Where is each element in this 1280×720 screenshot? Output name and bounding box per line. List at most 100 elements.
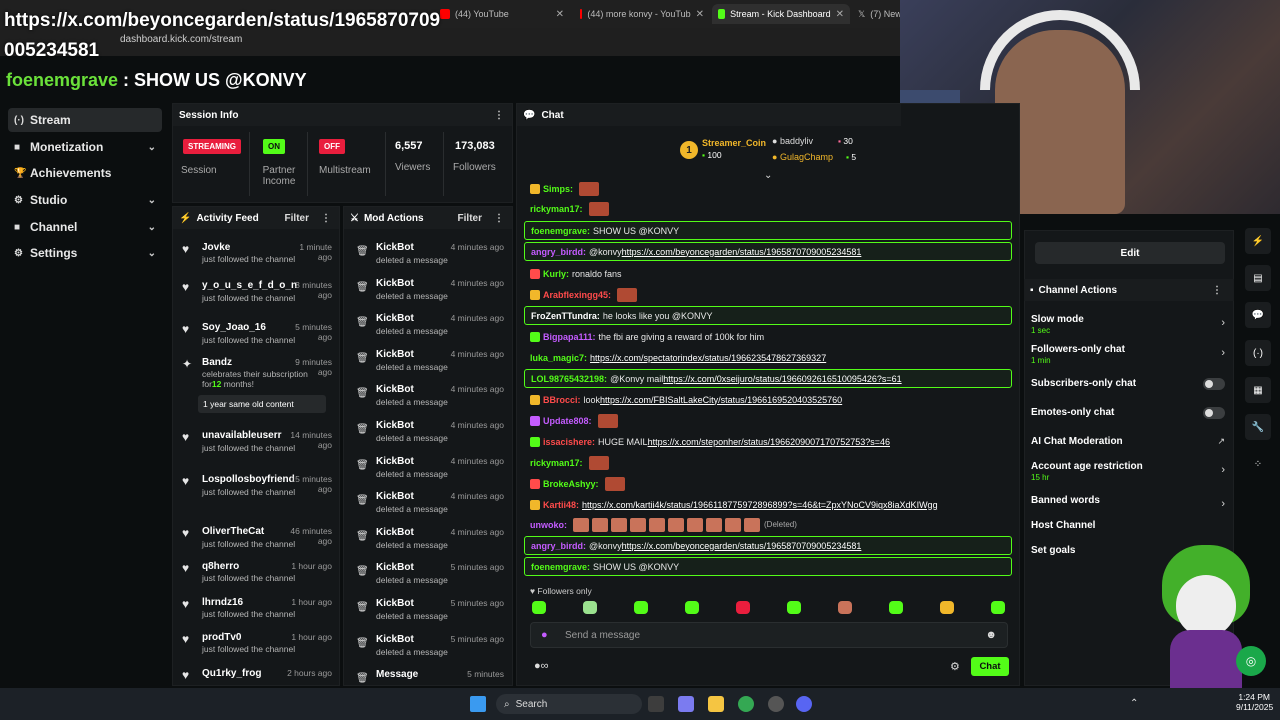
chat-message[interactable]: rickyman17: [524,199,1012,218]
leaderboard-third[interactable]: ● GulagChamp [772,152,833,162]
emote-icon[interactable] [889,601,903,614]
chat-message-link[interactable]: https://x.com/beyoncegarden/status/19658… [622,541,862,551]
emote-icon[interactable] [838,601,852,614]
chat-message-link[interactable]: https://x.com/spectatorindex/status/1966… [590,353,826,363]
channel-action-followers-only-chat[interactable]: Followers-only chat 1 min › [1031,344,1229,368]
task-view-icon[interactable] [648,696,664,712]
mod-action-item[interactable]: 🗑 KickBot 4 minutes ago deleted a message [344,420,512,454]
channel-action-banned-words[interactable]: Banned words › [1031,495,1229,519]
activity-username[interactable]: Soy_Joao_16 [202,322,266,333]
activity-feed-item[interactable]: ♥ Lospollosboyfriend 15 minutes ago just fo… [178,474,336,508]
emote-icon[interactable] [685,601,699,614]
toggle-switch[interactable] [1203,407,1225,419]
activity-username[interactable]: unavailableuserr [202,430,281,441]
chat-message-link[interactable]: https://x.com/0xseijuro/status/196609261… [663,374,901,384]
chat-bubble-icon[interactable]: 💬 [1245,302,1271,328]
activity-filter-button[interactable]: Filter [285,213,309,224]
file-explorer-icon[interactable] [708,696,724,712]
mod-action-item[interactable]: 🗑 KickBot 4 minutes ago deleted a message [344,491,512,525]
activity-feed-item[interactable]: ♥ lhrndz16 1 hour ago just followed the cha… [178,597,336,631]
chat-message[interactable]: Kartii48: https://x.com/kartii4k/status/1… [524,495,1012,514]
chat-username[interactable]: Simps: [543,184,573,194]
chevron-down-icon[interactable]: ⌄ [148,248,156,259]
activity-username[interactable]: lhrndz16 [202,597,243,608]
taskbar-search[interactable]: ⌕ Search [496,694,642,714]
chat-username[interactable]: luka_magic7: [530,353,587,363]
mod-action-item[interactable]: 🗑 KickBot 4 minutes ago deleted a message [344,384,512,418]
chat-message[interactable]: LOL98765432198: @Konvy mail https://x.com… [524,369,1012,388]
sidebar-item-settings[interactable]: ⚙ Settings ⌄ [8,241,162,265]
emote-icon[interactable] [634,601,648,614]
tab-x[interactable]: 𝕏 (7) New [852,4,900,24]
chat-username[interactable]: rickyman17: [530,458,583,468]
chat-message[interactable]: unwoko: (Deleted) [524,515,1012,534]
activity-feed-item[interactable]: ♥ unavailableuserr 14 minutes ago just foll… [178,430,336,464]
chat-username[interactable]: BBrocci: [543,395,581,405]
chat-username[interactable]: Update808: [543,416,592,426]
bolt-icon[interactable]: ⚡ [1245,228,1271,254]
mod-action-item[interactable]: 🗑 KickBot 4 minutes ago deleted a message [344,242,512,276]
chat-message[interactable]: luka_magic7: https://x.com/spectatorindex… [524,348,1012,367]
mod-action-user[interactable]: KickBot [376,456,414,467]
chat-username[interactable]: foenemgrave: [531,562,590,572]
chevron-down-icon[interactable]: ⌄ [148,142,156,153]
mod-action-item[interactable]: 🗑 KickBot 5 minutes ago deleted a message [344,634,512,668]
mod-action-item[interactable]: 🗑 KickBot 4 minutes ago deleted a message [344,349,512,383]
chat-message-link[interactable]: https://x.com/steponher/status/196620900… [648,437,890,447]
mod-action-user[interactable]: Message [376,669,418,680]
channel-action-host-channel[interactable]: Host Channel [1031,520,1229,544]
activity-username[interactable]: Jovke [202,242,230,253]
emote-icon[interactable] [532,601,546,614]
chevron-right-icon[interactable]: › [1221,464,1225,476]
mod-action-user[interactable]: KickBot [376,278,414,289]
emote-icon[interactable] [940,601,954,614]
activity-feed-item[interactable]: ♥ y_o_u_s_e_f_d_o_n 3 minutes ago just foll… [178,280,336,314]
chat-message[interactable]: FroZenTTundra: he looks like you @KONVY [524,306,1012,325]
tab-kick-dashboard[interactable]: Stream - Kick Dashboard ✕ [712,4,850,24]
activity-username[interactable]: q8herro [202,561,239,572]
copilot-icon[interactable] [678,696,694,712]
chat-message[interactable]: foenemgrave: SHOW US @KONVY [524,221,1012,240]
activity-feed-item[interactable]: ♥ OliverTheCat 46 minutes ago just followed… [178,526,336,560]
activity-feed-item[interactable]: ✦ Bandz 9 minutes ago celebrates their subs… [178,357,336,413]
activity-username[interactable]: prodTv0 [202,632,241,643]
chat-message[interactable]: BrokeAshyy: [524,474,1012,493]
emote-icon[interactable] [991,601,1005,614]
chat-settings-icon[interactable]: ⚙ [950,660,960,673]
chat-input-placeholder[interactable]: Send a message [565,630,640,641]
chrome-icon[interactable] [738,696,754,712]
chat-username[interactable]: Arabflexingg45: [543,290,611,300]
chat-message-link[interactable]: https://x.com/kartii4k/status/1966118775… [582,500,938,510]
chat-message[interactable]: Arabflexingg45: [524,285,1012,304]
mod-action-user[interactable]: KickBot [376,562,414,573]
grid-icon[interactable]: ▦ [1245,377,1271,403]
tray-chevron-icon[interactable]: ⌃ [1130,698,1138,709]
chevron-down-icon[interactable]: ⌄ [148,195,156,206]
discord-icon[interactable] [796,696,812,712]
chat-username[interactable]: issacishere: [543,437,595,447]
activity-username[interactable]: y_o_u_s_e_f_d_o_n [202,280,297,291]
close-icon[interactable]: ✕ [556,9,564,20]
activity-feed-item[interactable]: ♥ prodTv0 1 hour ago just followed the chan… [178,632,336,666]
more-icon[interactable]: ⋮ [494,213,504,224]
activity-feed-item[interactable]: ♥ Jovke 1 minute ago just followed the chan… [178,242,336,276]
mod-action-item[interactable]: 🗑 KickBot 4 minutes ago deleted a message [344,527,512,561]
more-icon[interactable]: ⋮ [494,110,504,121]
activity-username[interactable]: Qu1rky_frog [202,668,261,679]
sidebar-item-channel[interactable]: ■ Channel ⌄ [8,215,162,239]
chat-username[interactable]: angry_birdd: [531,247,586,257]
mod-action-item[interactable]: 🗑 KickBot 5 minutes ago deleted a message [344,598,512,632]
chat-message[interactable]: angry_birdd: @konvy https://x.com/beyonce… [524,242,1012,261]
sidebar-item-studio[interactable]: ⚙ Studio ⌄ [8,188,162,212]
mod-action-user[interactable]: KickBot [376,598,414,609]
activity-feed-item[interactable]: ♥ q8herro 1 hour ago just followed the chan… [178,561,336,595]
external-link-icon[interactable]: ↗ [1217,436,1225,447]
chat-message-link[interactable]: https://x.com/FBISaltLakeCity/status/196… [600,395,842,405]
toggle-switch[interactable] [1203,378,1225,390]
mod-action-user[interactable]: KickBot [376,634,414,645]
emote-icon[interactable] [736,601,750,614]
chat-username[interactable]: Kartii48: [543,500,579,510]
channel-action-subscribers-only-chat[interactable]: Subscribers-only chat [1031,378,1229,402]
activity-username[interactable]: Lospollosboyfriend [202,474,295,485]
close-icon[interactable]: ✕ [836,9,844,20]
